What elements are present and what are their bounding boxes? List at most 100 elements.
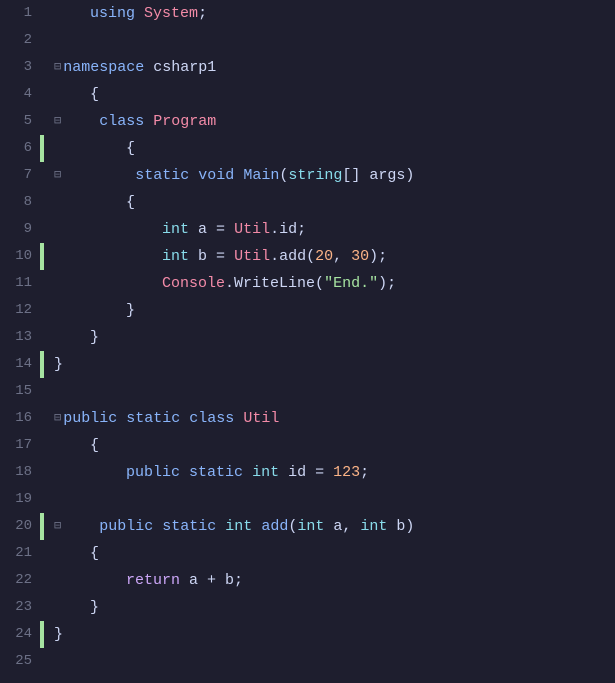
code-line: ⊟ static void Main(string[] args) — [54, 162, 615, 189]
line-number: 15 — [0, 378, 32, 405]
token-kw: namespace — [63, 54, 144, 81]
line-number: 24 — [0, 621, 32, 648]
token-plain: ; — [360, 459, 369, 486]
token-plain: } — [54, 351, 63, 378]
token-plain: [] args) — [342, 162, 414, 189]
git-indicator — [40, 216, 44, 243]
git-indicator — [40, 27, 44, 54]
token-kw: class — [63, 108, 144, 135]
token-plain: ); — [369, 243, 387, 270]
git-indicator — [40, 297, 44, 324]
code-line: ⊟ public static int add(int a, int b) — [54, 513, 615, 540]
code-line: using System; — [54, 0, 615, 27]
code-line — [54, 648, 615, 675]
line-numbers: 1234567891011121314151617181920212223242… — [0, 0, 40, 683]
line-number: 21 — [0, 540, 32, 567]
token-plain — [243, 459, 252, 486]
line-number: 5 — [0, 108, 32, 135]
code-line — [54, 486, 615, 513]
line-number: 23 — [0, 594, 32, 621]
line-number: 17 — [0, 432, 32, 459]
token-plain: { — [54, 189, 135, 216]
code-line: { — [54, 432, 615, 459]
line-number: 20 — [0, 513, 32, 540]
code-area: using System; ⊟namespace csharp1 {⊟ clas… — [46, 0, 615, 683]
code-line: int b = Util.add(20, 30); — [54, 243, 615, 270]
token-plain: { — [54, 81, 99, 108]
token-kw-type: int — [360, 513, 387, 540]
token-plain: ; — [198, 0, 207, 27]
collapse-icon[interactable]: ⊟ — [54, 513, 61, 540]
token-kw-type: int — [225, 513, 252, 540]
code-line: { — [54, 135, 615, 162]
git-indicator — [40, 594, 44, 621]
token-plain: a, — [324, 513, 360, 540]
token-plain — [234, 405, 243, 432]
token-plain: , — [333, 243, 351, 270]
git-indicator — [40, 540, 44, 567]
code-line: public static int id = 123; — [54, 459, 615, 486]
collapse-icon[interactable]: ⊟ — [54, 108, 61, 135]
code-line: } — [54, 324, 615, 351]
collapse-icon[interactable]: ⊟ — [54, 54, 61, 81]
token-plain: } — [54, 594, 99, 621]
code-line — [54, 27, 615, 54]
token-kw: void — [198, 162, 234, 189]
git-indicator — [40, 486, 44, 513]
token-plain: .id; — [270, 216, 306, 243]
line-number: 10 — [0, 243, 32, 270]
token-plain — [234, 162, 243, 189]
token-plain: ); — [378, 270, 396, 297]
token-plain: } — [54, 621, 63, 648]
token-kw: public — [126, 459, 180, 486]
token-plain — [153, 513, 162, 540]
token-kw: static — [63, 162, 189, 189]
token-number: 123 — [333, 459, 360, 486]
token-plain: { — [54, 135, 135, 162]
code-line: return a + b; — [54, 567, 615, 594]
git-indicator — [40, 513, 44, 540]
git-indicator — [40, 270, 44, 297]
token-plain: { — [54, 432, 99, 459]
collapse-icon[interactable]: ⊟ — [54, 405, 61, 432]
token-plain — [54, 567, 126, 594]
token-plain — [54, 0, 90, 27]
token-plain: ( — [279, 162, 288, 189]
code-line: int a = Util.id; — [54, 216, 615, 243]
token-class-name: Console — [162, 270, 225, 297]
token-plain — [180, 459, 189, 486]
line-number: 11 — [0, 270, 32, 297]
token-plain — [117, 405, 126, 432]
line-number: 16 — [0, 405, 32, 432]
git-indicator — [40, 243, 44, 270]
line-number: 3 — [0, 54, 32, 81]
token-number: 30 — [351, 243, 369, 270]
git-indicator — [40, 162, 44, 189]
token-plain: id = — [279, 459, 333, 486]
token-namespace-name: csharp1 — [144, 54, 216, 81]
git-indicator — [40, 567, 44, 594]
collapse-icon[interactable]: ⊟ — [54, 162, 61, 189]
token-plain: a = — [189, 216, 234, 243]
token-kw: static — [162, 513, 216, 540]
code-line: { — [54, 189, 615, 216]
line-number: 9 — [0, 216, 32, 243]
code-line — [54, 378, 615, 405]
git-indicator — [40, 378, 44, 405]
token-kw-type: string — [288, 162, 342, 189]
git-indicator — [40, 351, 44, 378]
token-plain: { — [54, 540, 99, 567]
token-plain — [135, 0, 144, 27]
token-plain — [144, 108, 153, 135]
token-kw-type: int — [162, 243, 189, 270]
token-plain — [189, 162, 198, 189]
token-class-name: Util — [234, 243, 270, 270]
git-indicator — [40, 135, 44, 162]
token-kw-type: int — [162, 216, 189, 243]
token-plain — [216, 513, 225, 540]
code-line: } — [54, 351, 615, 378]
token-kw-type: int — [297, 513, 324, 540]
line-number: 22 — [0, 567, 32, 594]
git-indicator — [40, 324, 44, 351]
line-number: 2 — [0, 27, 32, 54]
